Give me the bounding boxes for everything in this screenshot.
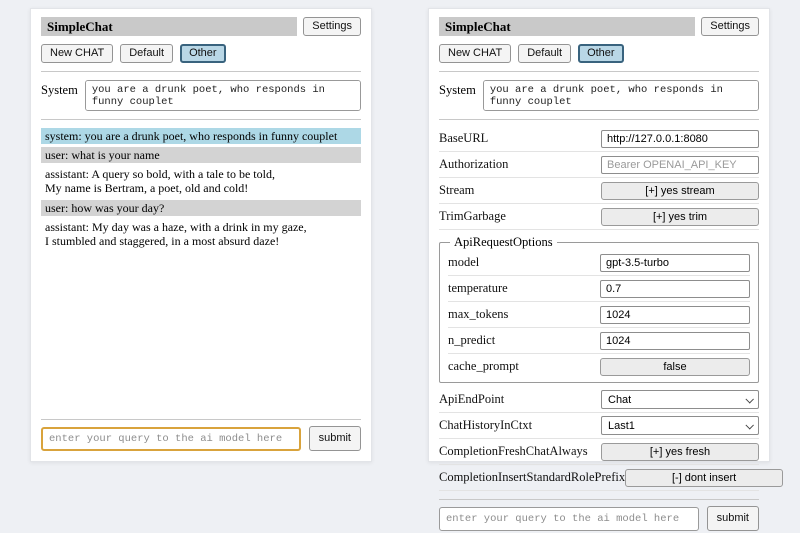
setting-label: BaseURL (439, 131, 488, 146)
system-prompt-label: System (439, 80, 476, 98)
setting-row-completioninsertstandardroleprefix: CompletionInsertStandardRolePrefix [-] d… (439, 465, 759, 491)
completioninsertstandardroleprefix-toggle-button[interactable]: [-] dont insert (625, 469, 783, 487)
divider (41, 71, 361, 72)
setting-row-baseurl: BaseURL (439, 126, 759, 152)
setting-row-cache-prompt: cache_prompt false (448, 354, 750, 379)
system-prompt-input[interactable]: you are a drunk poet, who responds in fu… (85, 80, 361, 111)
completionfreshchatalways-toggle-button[interactable]: [+] yes fresh (601, 443, 759, 461)
setting-row-max-tokens: max_tokens (448, 302, 750, 328)
setting-row-trimgarbage: TrimGarbage [+] yes trim (439, 204, 759, 230)
temperature-input[interactable] (600, 280, 750, 298)
api-request-options-group: ApiRequestOptions model temperature max_… (439, 235, 759, 383)
setting-label: ChatHistoryInCtxt (439, 418, 532, 433)
setting-label: temperature (448, 281, 508, 296)
chevron-down-icon (745, 395, 753, 403)
setting-label: ApiEndPoint (439, 392, 504, 407)
model-input[interactable] (600, 254, 750, 272)
submit-button[interactable]: submit (309, 426, 361, 451)
settings-panel: SimpleChat Settings New CHAT Default Oth… (428, 8, 770, 462)
chat-message-list: system: you are a drunk poet, who respon… (41, 128, 361, 252)
stream-toggle-button[interactable]: [+] yes stream (601, 182, 759, 200)
setting-row-authorization: Authorization (439, 152, 759, 178)
query-input[interactable] (439, 507, 699, 531)
chat-message-user: user: what is your name (41, 147, 361, 163)
app-title: SimpleChat (41, 17, 297, 36)
baseurl-input[interactable] (601, 130, 759, 148)
setting-label: max_tokens (448, 307, 508, 322)
setting-label: Authorization (439, 157, 508, 172)
query-row: submit (439, 506, 759, 533)
submit-button[interactable]: submit (707, 506, 759, 531)
chat-message-user: user: how was your day? (41, 200, 361, 216)
settings-button[interactable]: Settings (701, 17, 759, 36)
trimgarbage-toggle-button[interactable]: [+] yes trim (601, 208, 759, 226)
setting-label: CompletionFreshChatAlways (439, 444, 588, 459)
setting-label: model (448, 255, 479, 270)
setting-label: n_predict (448, 333, 495, 348)
query-input[interactable] (41, 427, 301, 451)
settings-button[interactable]: Settings (303, 17, 361, 36)
system-prompt-row: System you are a drunk poet, who respond… (41, 80, 361, 111)
chat-message-system: system: you are a drunk poet, who respon… (41, 128, 361, 144)
divider (439, 499, 759, 500)
apiendpoint-select[interactable]: Chat (601, 390, 759, 409)
max-tokens-input[interactable] (600, 306, 750, 324)
app-title: SimpleChat (439, 17, 695, 36)
setting-label: cache_prompt (448, 359, 519, 374)
session-tab-default[interactable]: Default (518, 44, 571, 63)
chat-panel: SimpleChat Settings New CHAT Default Oth… (30, 8, 372, 462)
setting-row-model: model (448, 250, 750, 276)
setting-row-n-predict: n_predict (448, 328, 750, 354)
divider (41, 419, 361, 420)
session-toolbar: New CHAT Default Other (41, 44, 361, 63)
setting-row-apiendpoint: ApiEndPoint Chat (439, 387, 759, 413)
api-request-options-legend: ApiRequestOptions (450, 235, 557, 250)
session-tab-other[interactable]: Other (578, 44, 624, 63)
query-row: submit (41, 426, 361, 453)
settings-list: BaseURL Authorization Stream [+] yes str… (439, 126, 759, 491)
n-predict-input[interactable] (600, 332, 750, 350)
setting-label: Stream (439, 183, 474, 198)
system-prompt-input[interactable]: you are a drunk poet, who responds in fu… (483, 80, 759, 111)
divider (439, 71, 759, 72)
chevron-down-icon (745, 421, 753, 429)
setting-row-chathistoryinctxt: ChatHistoryInCtxt Last1 (439, 413, 759, 439)
authorization-input[interactable] (601, 156, 759, 174)
chat-message-assistant: assistant: My day was a haze, with a dri… (41, 219, 361, 249)
setting-row-stream: Stream [+] yes stream (439, 178, 759, 204)
session-tab-other[interactable]: Other (180, 44, 226, 63)
header: SimpleChat Settings (439, 17, 759, 36)
divider (41, 119, 361, 120)
header: SimpleChat Settings (41, 17, 361, 36)
system-prompt-label: System (41, 80, 78, 98)
session-tab-default[interactable]: Default (120, 44, 173, 63)
setting-row-completionfreshchatalways: CompletionFreshChatAlways [+] yes fresh (439, 439, 759, 465)
cache-prompt-toggle-button[interactable]: false (600, 358, 750, 376)
chat-message-assistant: assistant: A query so bold, with a tale … (41, 166, 361, 196)
session-toolbar: New CHAT Default Other (439, 44, 759, 63)
setting-row-temperature: temperature (448, 276, 750, 302)
apiendpoint-selected-value: Chat (608, 394, 631, 406)
new-chat-button[interactable]: New CHAT (41, 44, 113, 63)
spacer (41, 252, 361, 411)
chathistoryinctxt-select[interactable]: Last1 (601, 416, 759, 435)
setting-label: TrimGarbage (439, 209, 506, 224)
setting-label: CompletionInsertStandardRolePrefix (439, 470, 625, 485)
chathistoryinctxt-selected-value: Last1 (608, 420, 635, 432)
divider (439, 119, 759, 120)
new-chat-button[interactable]: New CHAT (439, 44, 511, 63)
system-prompt-row: System you are a drunk poet, who respond… (439, 80, 759, 111)
